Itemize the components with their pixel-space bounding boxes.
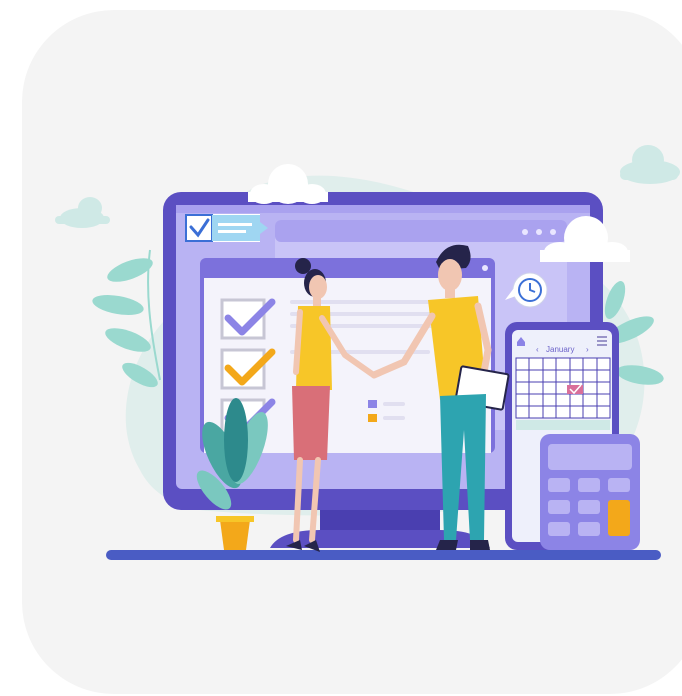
illustration-stage: ‹ › January: [0, 0, 682, 696]
cloud-icon: [55, 197, 110, 228]
svg-text:›: ›: [586, 345, 589, 354]
calendar-grid: [515, 357, 611, 419]
svg-text:‹: ‹: [536, 345, 539, 354]
business-agreement-illustration: ‹ › January: [55, 145, 680, 560]
cloud-icon: [620, 145, 680, 184]
calendar-month: January: [546, 345, 574, 354]
menu-icon: [597, 336, 607, 346]
calculator-icon: [540, 434, 640, 550]
floor-line: [106, 550, 661, 560]
checkbox-chat-icon: [185, 214, 268, 242]
